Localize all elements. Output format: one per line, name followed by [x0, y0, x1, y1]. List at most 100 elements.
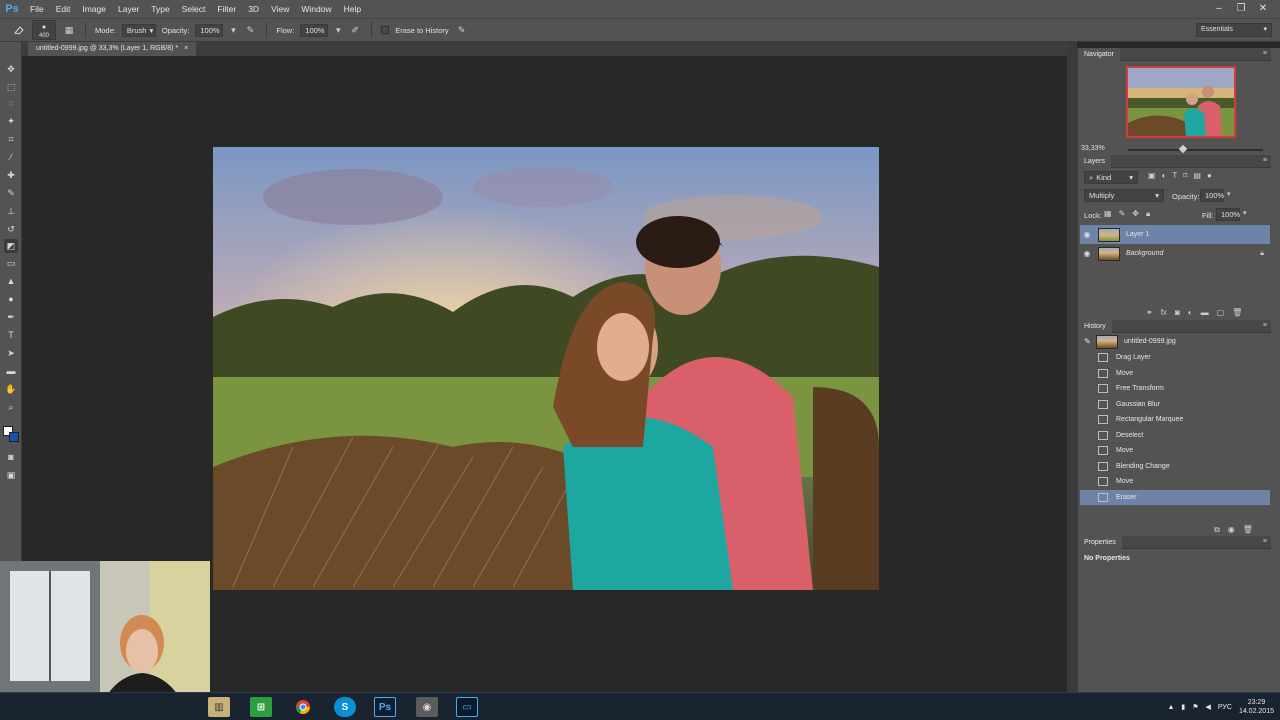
- navigator-tab[interactable]: Navigator: [1078, 48, 1120, 61]
- type-filter-icon[interactable]: T: [1172, 171, 1177, 180]
- delete-state-icon[interactable]: 🗑︎: [1243, 525, 1253, 535]
- navigator-thumbnail[interactable]: [1126, 66, 1236, 138]
- brush-panel-icon[interactable]: ▦: [62, 23, 76, 37]
- history-state[interactable]: Move: [1080, 366, 1270, 382]
- camera-app-icon[interactable]: ◉: [416, 697, 438, 717]
- panel-menu-icon[interactable]: ≡: [1263, 538, 1267, 545]
- layer-row-layer-1[interactable]: ◉ Layer 1: [1080, 225, 1270, 244]
- document-tab[interactable]: untitled-0999.jpg @ 33,3% (Layer 1, RGB/…: [28, 42, 197, 56]
- history-state[interactable]: Free Transform: [1080, 381, 1270, 397]
- healing-brush-tool-icon[interactable]: ✚: [4, 168, 18, 182]
- properties-tab[interactable]: Properties: [1078, 536, 1122, 549]
- show-hidden-icons-icon[interactable]: ▲: [1167, 704, 1174, 711]
- lasso-tool-icon[interactable]: ◌: [4, 96, 18, 110]
- skype-icon[interactable]: S: [334, 697, 356, 717]
- adjustment-filter-icon[interactable]: ◐: [1162, 171, 1167, 180]
- history-brush-source-icon[interactable]: ✎: [1084, 337, 1094, 346]
- volume-icon[interactable]: ◀: [1206, 703, 1211, 711]
- menu-select[interactable]: Select: [176, 0, 212, 18]
- dodge-tool-icon[interactable]: ●: [4, 292, 18, 306]
- pressure-opacity-icon[interactable]: ✎: [243, 23, 257, 37]
- shape-filter-icon[interactable]: ⌑: [1183, 171, 1187, 180]
- panel-menu-icon[interactable]: ≡: [1263, 50, 1267, 57]
- menu-type[interactable]: Type: [145, 0, 175, 18]
- chrome-icon[interactable]: [292, 697, 314, 717]
- panel-menu-icon[interactable]: ≡: [1263, 157, 1267, 164]
- navigator-zoom-slider[interactable]: [1128, 149, 1263, 151]
- layer-opacity-field[interactable]: 100%: [1200, 189, 1224, 202]
- lock-all-icon[interactable]: 🔒︎: [1146, 209, 1150, 219]
- history-state[interactable]: Move: [1080, 474, 1270, 490]
- new-layer-icon[interactable]: ▢: [1217, 308, 1225, 317]
- filter-toggle-icon[interactable]: ●: [1207, 171, 1212, 180]
- eraser-tool-icon[interactable]: ◩: [4, 239, 18, 253]
- history-snapshot[interactable]: ✎ untitled-0999.jpg: [1080, 333, 1270, 350]
- layer-row-background[interactable]: ◉ Background 🔒︎: [1080, 244, 1270, 263]
- clone-stamp-tool-icon[interactable]: ⊥: [4, 204, 18, 218]
- chevron-down-icon[interactable]: ▾: [1227, 190, 1231, 198]
- history-state[interactable]: Rectangular Marquee: [1080, 412, 1270, 428]
- marquee-tool-icon[interactable]: ⬚: [4, 80, 18, 94]
- network-icon[interactable]: ▮: [1181, 703, 1185, 711]
- menu-help[interactable]: Help: [338, 0, 367, 18]
- history-state[interactable]: Gaussian Blur: [1080, 397, 1270, 413]
- panel-menu-icon[interactable]: ≡: [1263, 322, 1267, 329]
- document-canvas-image[interactable]: [213, 147, 879, 590]
- brush-preset-picker[interactable]: ● 400: [32, 20, 56, 40]
- chevron-down-icon[interactable]: ▾: [334, 23, 342, 37]
- layer-mask-icon[interactable]: ◙: [1175, 308, 1180, 317]
- move-tool-icon[interactable]: ✥: [4, 62, 18, 76]
- blend-mode-dropdown[interactable]: Multiply ▾: [1084, 189, 1164, 202]
- layers-tab[interactable]: Layers: [1078, 155, 1112, 168]
- history-state[interactable]: Eraser: [1080, 489, 1270, 505]
- clock[interactable]: 23:29 14.02.2015: [1239, 698, 1274, 716]
- visibility-eye-icon[interactable]: ◉: [1080, 249, 1094, 258]
- type-tool-icon[interactable]: T: [4, 328, 18, 342]
- menu-file[interactable]: File: [24, 0, 50, 18]
- minimize-button[interactable]: –: [1208, 0, 1230, 18]
- opacity-field[interactable]: 100%: [195, 23, 224, 37]
- adjustment-layer-icon[interactable]: ◐: [1188, 308, 1193, 317]
- quick-mask-icon[interactable]: ◙: [4, 450, 18, 464]
- new-document-from-state-icon[interactable]: ⧉: [1214, 525, 1220, 535]
- restore-button[interactable]: ❐: [1230, 0, 1252, 18]
- history-brush-tool-icon[interactable]: ↺: [4, 222, 18, 236]
- zoom-tool-icon[interactable]: ⌕: [4, 400, 18, 414]
- fill-field[interactable]: 100%: [1216, 208, 1240, 221]
- close-icon[interactable]: ×: [184, 42, 188, 56]
- delete-layer-icon[interactable]: 🗑︎: [1232, 308, 1242, 317]
- blur-tool-icon[interactable]: ▲: [4, 274, 18, 288]
- shape-tool-icon[interactable]: ▬: [4, 364, 18, 378]
- navigator-zoom-value[interactable]: 33,33%: [1081, 145, 1105, 152]
- layer-style-icon[interactable]: fx: [1161, 308, 1167, 317]
- hand-tool-icon[interactable]: ✋: [4, 382, 18, 396]
- mode-dropdown[interactable]: Brush ▾: [121, 23, 156, 37]
- lock-transparency-icon[interactable]: ▦: [1104, 209, 1112, 219]
- path-selection-tool-icon[interactable]: ➤: [4, 346, 18, 360]
- new-group-icon[interactable]: ▬: [1201, 308, 1209, 317]
- file-explorer-icon[interactable]: ▥: [208, 697, 230, 717]
- brush-tool-icon[interactable]: ✎: [4, 186, 18, 200]
- lock-pixels-icon[interactable]: ✎: [1119, 209, 1126, 219]
- crop-tool-icon[interactable]: ⌗: [4, 132, 18, 146]
- menu-window[interactable]: Window: [295, 0, 337, 18]
- lock-position-icon[interactable]: ✥: [1132, 209, 1139, 219]
- erase-to-history-checkbox[interactable]: [381, 26, 390, 34]
- chevron-down-icon[interactable]: ▾: [1243, 209, 1247, 217]
- menu-edit[interactable]: Edit: [50, 0, 77, 18]
- screen-recorder-icon[interactable]: ▭: [456, 697, 478, 717]
- quick-select-tool-icon[interactable]: ✦: [4, 114, 18, 128]
- chevron-down-icon[interactable]: ▾: [229, 23, 237, 37]
- zoom-slider-knob[interactable]: [1178, 144, 1188, 154]
- flow-field[interactable]: 100%: [300, 23, 329, 37]
- menu-layer[interactable]: Layer: [112, 0, 145, 18]
- menu-3d[interactable]: 3D: [242, 0, 265, 18]
- layer-filter-dropdown[interactable]: ⌕ Kind ▾: [1084, 171, 1138, 184]
- language-indicator[interactable]: РУС: [1218, 704, 1232, 711]
- close-button[interactable]: ✕: [1252, 0, 1274, 18]
- eraser-tool-icon[interactable]: [12, 23, 26, 37]
- excel-icon[interactable]: ⊞: [250, 697, 272, 717]
- photoshop-taskbar-icon[interactable]: Ps: [374, 697, 396, 717]
- pen-tool-icon[interactable]: ✒: [4, 310, 18, 324]
- history-tab[interactable]: History: [1078, 320, 1112, 333]
